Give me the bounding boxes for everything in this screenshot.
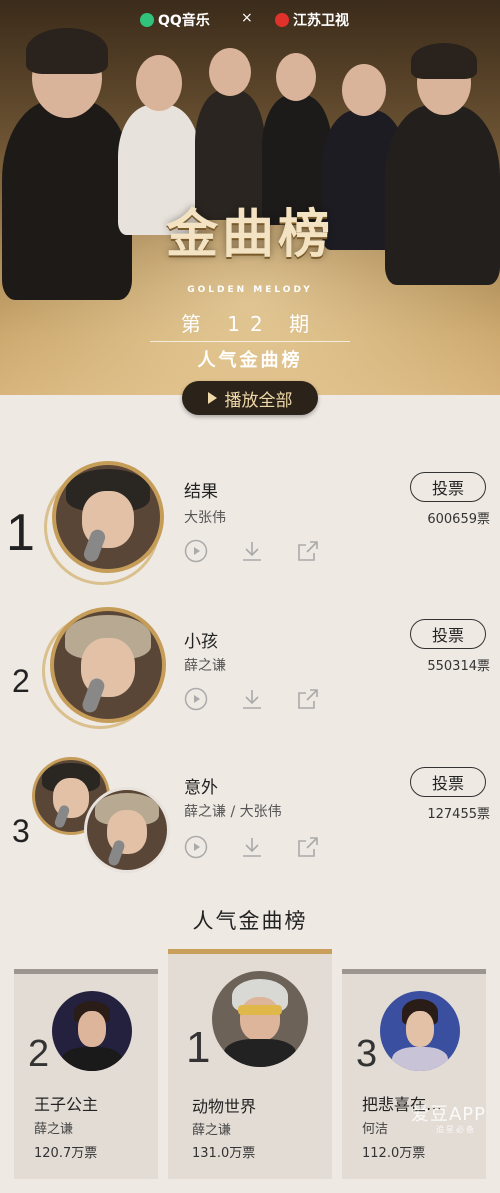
card-votes: 112.0万票	[362, 1146, 426, 1161]
card-song-title: 动物世界	[192, 1097, 257, 1116]
issue-number: 第 12 期	[150, 308, 350, 342]
share-icon[interactable]	[296, 687, 320, 711]
song-artist: 薛之谦	[184, 658, 226, 674]
vote-count: 600659票	[427, 512, 490, 527]
vote-count: 127455票	[427, 807, 490, 822]
popular-card[interactable]: 3 把悲喜在… 何洁 112.0万票	[342, 969, 486, 1179]
rank-number: 3	[12, 813, 30, 849]
host-figure	[2, 28, 132, 300]
download-icon[interactable]	[240, 835, 264, 859]
card-accent-bar	[342, 969, 486, 974]
song-actions	[184, 687, 320, 711]
popular-card[interactable]: 1 动物世界 薛之谦 131.0万票	[168, 949, 332, 1179]
download-icon[interactable]	[240, 539, 264, 563]
card-artist: 薛之谦	[192, 1123, 232, 1138]
play-circle-icon[interactable]	[184, 835, 208, 859]
card-cover	[52, 991, 132, 1071]
popular-card[interactable]: 2 王子公主 薛之谦 120.7万票	[14, 969, 158, 1179]
card-rank: 2	[28, 1033, 50, 1075]
song-title: 小孩	[184, 632, 218, 652]
play-icon	[207, 392, 217, 404]
song-row: 2 小孩 薛之谦 投票 550314票	[0, 605, 500, 745]
song-actions	[184, 539, 320, 563]
vote-button[interactable]: 投票	[410, 619, 486, 649]
card-song-title: 王子公主	[34, 1095, 99, 1114]
rank-number: 1	[6, 504, 35, 562]
card-votes: 131.0万票	[192, 1146, 256, 1161]
card-accent-bar	[14, 969, 158, 974]
song-actions	[184, 835, 320, 859]
play-all-button[interactable]: 播放全部	[182, 381, 318, 415]
song-cover[interactable]	[52, 461, 164, 573]
chart-subtitle: 人气金曲榜	[197, 350, 303, 371]
hero-banner: QQ音乐 × 江苏卫视 金曲榜 GOLDEN MELODY 第 12 期 人气金…	[0, 0, 500, 395]
watermark-sub: 追星必备	[436, 1125, 476, 1134]
vote-button[interactable]: 投票	[410, 472, 486, 502]
rank-number: 2	[12, 663, 30, 699]
song-cover[interactable]	[50, 607, 166, 723]
golden-melody-logo: 金曲榜	[165, 204, 334, 265]
share-icon[interactable]	[296, 539, 320, 563]
card-artist: 何洁	[362, 1122, 389, 1137]
play-all-label: 播放全部	[224, 390, 293, 411]
card-cover	[380, 991, 460, 1071]
page: QQ音乐 × 江苏卫视 金曲榜 GOLDEN MELODY 第 12 期 人气金…	[0, 0, 500, 1193]
card-rank: 3	[356, 1033, 378, 1075]
song-artist: 薛之谦 / 大张伟	[184, 804, 282, 820]
card-accent-bar	[168, 949, 332, 954]
song-title: 意外	[184, 778, 218, 798]
popular-section-title: 人气金曲榜	[192, 909, 308, 933]
logo-subtitle: GOLDEN MELODY	[187, 285, 313, 295]
card-rank: 1	[186, 1023, 211, 1072]
share-icon[interactable]	[296, 835, 320, 859]
play-circle-icon[interactable]	[184, 539, 208, 563]
card-cover	[212, 971, 308, 1067]
song-title: 结果	[184, 482, 218, 502]
vote-button[interactable]: 投票	[410, 767, 486, 797]
watermark: 爱豆APP	[410, 1104, 486, 1125]
download-icon[interactable]	[240, 687, 264, 711]
song-artist: 大张伟	[184, 510, 226, 526]
song-row: 3 意外 薛之谦 / 大张伟 投票 127455票	[0, 755, 500, 895]
song-cover-secondary[interactable]	[84, 787, 170, 873]
guest-figure	[385, 43, 500, 285]
card-artist: 薛之谦	[34, 1122, 74, 1137]
play-circle-icon[interactable]	[184, 687, 208, 711]
vote-count: 550314票	[427, 659, 490, 674]
card-votes: 120.7万票	[34, 1146, 98, 1161]
song-row: 1 结果 大张伟 投票 600659票	[0, 455, 500, 595]
